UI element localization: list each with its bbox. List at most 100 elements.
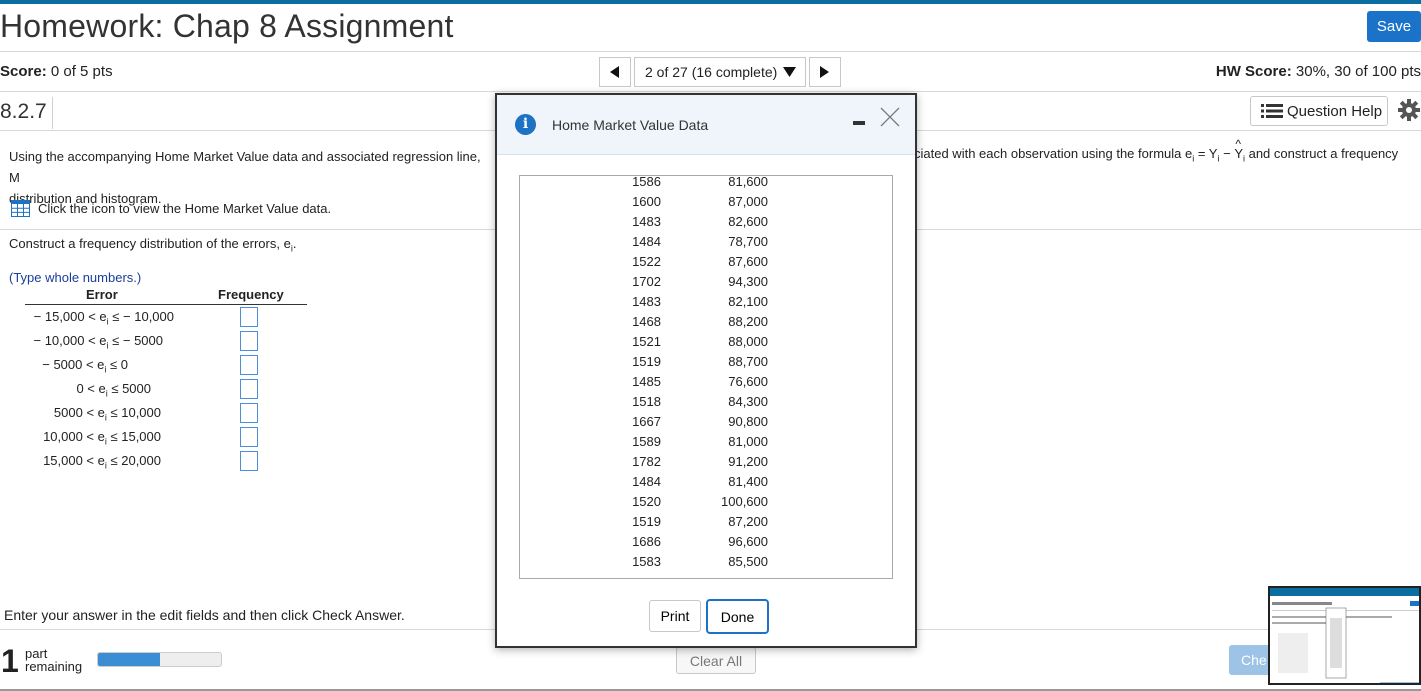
page-thumbnail[interactable]: [1268, 586, 1421, 685]
construct-prompt: Construct a frequency distribution of th…: [9, 236, 296, 254]
data-link-text: Click the icon to view the Home Market V…: [38, 201, 332, 216]
table-row: 1522 87,600: [520, 254, 892, 274]
table-row: 1600 87,000: [520, 194, 892, 214]
info-icon: i: [515, 114, 536, 135]
market-value-cell: 88,200: [728, 314, 768, 329]
square-footage-cell: 1483: [632, 214, 661, 229]
market-value-cell: 82,100: [728, 294, 768, 309]
table-row: 1520 100,600: [520, 494, 892, 514]
interval-upper: ≤ 10,000: [106, 405, 161, 420]
square-footage-cell: 1485: [632, 374, 661, 389]
question-number: 8.2.7: [0, 97, 53, 129]
market-value-cell: 94,300: [728, 274, 768, 289]
square-footage-cell: 1483: [632, 294, 661, 309]
divider: [0, 91, 1421, 92]
table-row: 1583 85,500: [520, 554, 892, 574]
market-value-cell: 91,200: [728, 454, 768, 469]
list-icon: [1261, 104, 1283, 118]
frequency-header: Frequency: [218, 287, 284, 302]
question-help-button[interactable]: Question Help: [1250, 96, 1388, 126]
interval-lower: − 5000 < e: [42, 357, 105, 372]
interval-lower: 15,000 < e: [43, 453, 105, 468]
score-label: Score:: [0, 63, 47, 80]
save-button[interactable]: Save: [1367, 11, 1421, 42]
table-row: 1702 94,300: [520, 274, 892, 294]
table-row: 1483 82,600: [520, 214, 892, 234]
table-row: 1521 88,000: [520, 334, 892, 354]
formula-minus: −: [1219, 146, 1235, 161]
square-footage-cell: 1520: [632, 494, 661, 509]
construct-text: Construct a frequency distribution of th…: [9, 236, 291, 251]
instruction-formula: ciated with each observation using the f…: [914, 137, 1398, 164]
table-row: 1589 81,000: [520, 434, 892, 454]
data-link-row[interactable]: Click the icon to view the Home Market V…: [11, 200, 331, 217]
frequency-input[interactable]: [240, 355, 258, 375]
table-icon[interactable]: [11, 200, 30, 217]
question-selector[interactable]: 2 of 27 (16 complete): [634, 57, 806, 87]
error-interval-label: 15,000 < ei ≤ 20,000: [0, 453, 161, 471]
progress-fill: [98, 653, 160, 666]
frequency-input[interactable]: [240, 307, 258, 327]
table-row: 1782 91,200: [520, 454, 892, 474]
hat-symbol: ^: [1235, 137, 1241, 151]
data-table[interactable]: 1586 81,600 1600 87,000 1483 82,600 1484 78,700…: [519, 175, 893, 579]
market-value-cell: 76,600: [728, 374, 768, 389]
hw-score-label: HW Score:: [1215, 63, 1292, 80]
market-value-cell: 81,400: [728, 474, 768, 489]
question-position: 2 of 27 (16 complete): [645, 64, 778, 80]
frequency-input[interactable]: [240, 379, 258, 399]
error-interval-label: − 10,000 < ei ≤ − 5000: [0, 333, 164, 351]
enter-answer-text: Enter your answer in the edit fields and…: [4, 607, 405, 623]
frequency-input[interactable]: [240, 403, 258, 423]
table-row: 1484 81,400: [520, 474, 892, 494]
table-row: 1518 84,300: [520, 394, 892, 414]
dialog-title: Home Market Value Data: [552, 117, 709, 133]
square-footage-cell: 1521: [632, 334, 661, 349]
done-button[interactable]: Done: [706, 599, 769, 634]
interval-lower: 5000 < e: [53, 405, 105, 420]
thumbnail-preview: [1270, 588, 1419, 683]
error-interval-label: − 5000 < ei ≤ 0: [0, 357, 128, 375]
market-value-cell: 81,600: [728, 175, 768, 189]
market-value-cell: 87,200: [728, 514, 768, 529]
interval-upper: ≤ 15,000: [106, 429, 161, 444]
table-row: 1586 81,600: [520, 175, 892, 194]
frequency-input[interactable]: [240, 451, 258, 471]
error-interval-label: 5000 < ei ≤ 10,000: [0, 405, 161, 423]
previous-question-button[interactable]: [599, 57, 631, 87]
frequency-input[interactable]: [240, 331, 258, 351]
square-footage-cell: 1519: [632, 354, 661, 369]
market-value-cell: 96,600: [728, 534, 768, 549]
interval-upper: ≤ − 10,000: [108, 309, 174, 324]
square-footage-cell: 1522: [632, 254, 661, 269]
frequency-input[interactable]: [240, 427, 258, 447]
formula-text: ciated with each observation using the f…: [914, 146, 1193, 161]
square-footage-cell: 1586: [632, 175, 661, 189]
clear-all-button[interactable]: Clear All: [676, 647, 756, 674]
table-header-rule: [25, 304, 307, 305]
hw-score: HW Score: 30%, 30 of 100 pts: [1216, 63, 1421, 80]
print-button[interactable]: Print: [649, 600, 701, 632]
market-value-cell: 88,000: [728, 334, 768, 349]
next-question-button[interactable]: [809, 57, 841, 87]
market-value-cell: 87,000: [728, 194, 768, 209]
square-footage-cell: 1484: [632, 474, 661, 489]
page-title: Homework: Chap 8 Assignment: [0, 8, 454, 44]
score-value: 0 of 5 pts: [50, 63, 113, 80]
interval-upper: ≤ 5000: [107, 381, 151, 396]
interval-lower: − 10,000 < e: [33, 333, 107, 348]
square-footage-cell: 1583: [632, 554, 661, 569]
close-button[interactable]: [879, 106, 901, 128]
settings-button[interactable]: [1398, 99, 1420, 126]
square-footage-cell: 1600: [632, 194, 661, 209]
interval-lower: 10,000 < e: [43, 429, 105, 444]
progress-bar: [97, 652, 222, 667]
market-value-cell: 88,700: [728, 354, 768, 369]
market-value-cell: 81,000: [728, 434, 768, 449]
remaining-word: remaining: [25, 659, 83, 674]
table-row: 1468 88,200: [520, 314, 892, 334]
table-row: 1484 78,700: [520, 234, 892, 254]
square-footage-cell: 1518: [632, 394, 661, 409]
minimize-button[interactable]: [853, 121, 865, 125]
close-icon: [880, 107, 900, 127]
